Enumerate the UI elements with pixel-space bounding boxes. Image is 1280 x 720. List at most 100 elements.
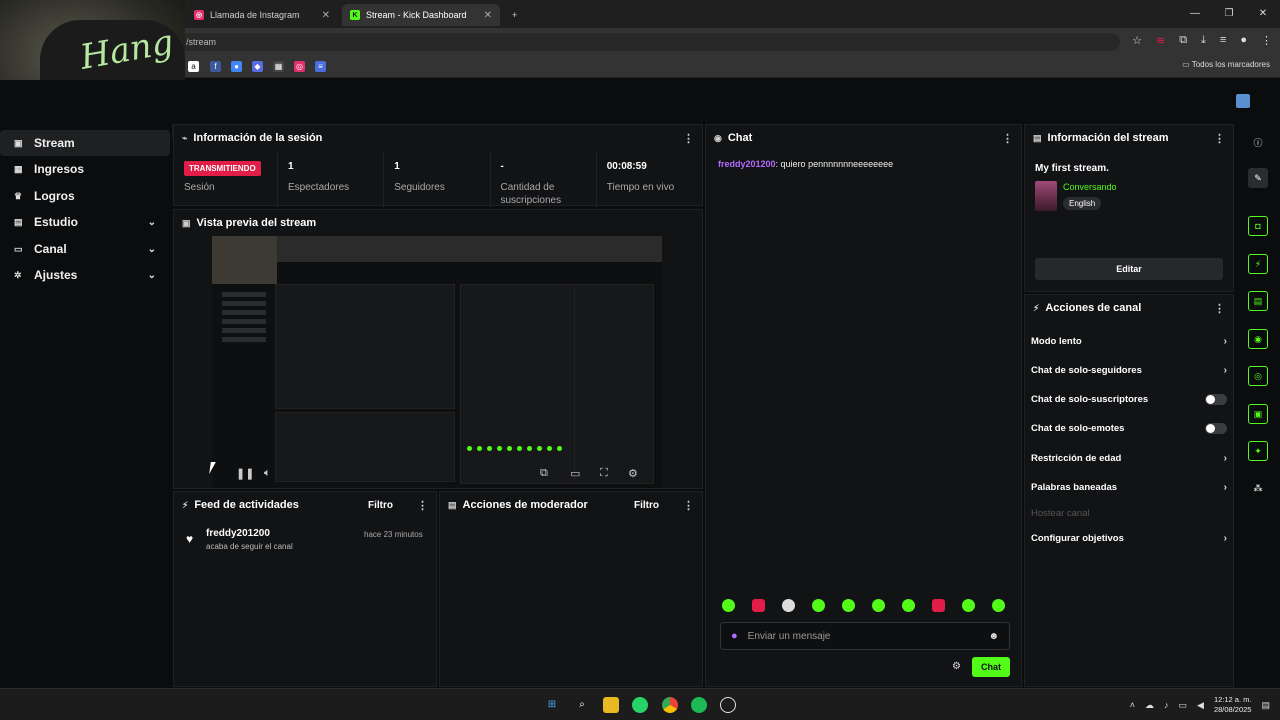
action-banned-words[interactable]: Palabras baneadas › [1031,477,1227,497]
profile-icon[interactable]: ● [1240,34,1247,47]
obs-icon[interactable] [720,697,736,713]
emote-icon[interactable] [842,599,855,612]
emote-icon[interactable] [992,599,1005,612]
emotes-only-toggle[interactable] [1205,422,1227,434]
camera-icon[interactable]: ◘ [1248,216,1268,236]
emote-icon[interactable] [782,599,795,612]
bookmark-icon[interactable]: ▦ [273,61,284,72]
bolt-icon[interactable]: ⚡︎ [1248,254,1268,274]
chrome-icon[interactable] [662,697,678,713]
settings-icon[interactable]: ⚙︎ [628,467,638,480]
pause-icon[interactable]: ❚❚ [236,467,254,480]
volume-icon[interactable]: 🔈︎ [264,467,271,480]
sidebar-item-estudio[interactable]: ▤ Estudio ⌄ [0,209,170,235]
fullscreen-icon[interactable]: ⛶ [600,467,608,480]
restore-icon[interactable]: ❐ [1212,0,1246,28]
emote-icon[interactable] [962,599,975,612]
emote-icon[interactable] [752,599,765,612]
menu-icon[interactable]: ⋮ [1261,34,1272,47]
filter-button[interactable]: Filtro [368,500,393,511]
user-avatar[interactable] [1236,94,1250,108]
chat-settings-icon[interactable]: ⚙︎ [952,661,961,672]
sidebar-item-logros[interactable]: ♛ Logros [0,183,170,209]
emote-icon[interactable] [932,599,945,612]
more-options-icon[interactable]: ⋮ [1214,132,1225,145]
volume-icon[interactable]: ◀︎ [1197,700,1204,711]
emoji-icon[interactable]: ☻ [988,631,999,642]
more-options-icon[interactable]: ⋮ [417,499,428,512]
amazon-bookmark-icon[interactable]: a [188,61,199,72]
sidebar-item-canal[interactable]: ▭ Canal ⌄ [0,236,170,262]
feed-username[interactable]: freddy201200 [206,528,270,539]
list-icon[interactable]: ▤ [1248,291,1268,311]
all-bookmarks[interactable]: ▭ Todos los marcadores [1182,60,1270,69]
close-window-icon[interactable]: ✕ [1246,0,1280,28]
edit-button[interactable]: Editar [1035,258,1223,280]
action-followers-only[interactable]: Chat de solo-seguidores › [1031,360,1227,380]
action-configure-goals[interactable]: Configurar objetivos › [1031,528,1227,548]
more-options-icon[interactable]: ⋮ [683,499,694,512]
action-label: Chat de solo-suscriptores [1031,393,1149,405]
bookmark-icon[interactable]: ◆ [252,61,263,72]
puzzle-icon[interactable]: ⧉ [1179,34,1187,47]
download-icon[interactable]: ⤓ [1201,34,1206,47]
clock[interactable]: 12:12 a. m. 28/08/2025 [1214,695,1252,715]
pencil-icon[interactable]: ✎ [1248,168,1268,188]
notification-icon[interactable]: ▤ [1261,700,1270,711]
chat-send-button[interactable]: Chat [972,657,1010,677]
broadcast-icon[interactable]: ◎ [1248,366,1268,386]
network-icon[interactable]: ▭ [1179,700,1188,711]
instagram-bookmark-icon[interactable]: ◎ [294,61,305,72]
tab-kick-dashboard[interactable]: K Stream - Kick Dashboard ✕ [342,4,500,26]
facebook-bookmark-icon[interactable]: f [210,61,221,72]
more-options-icon[interactable]: ⋮ [683,132,694,145]
chat-message-input[interactable]: ● Enviar un mensaje ☻ [720,622,1010,650]
more-options-icon[interactable]: ⋮ [1002,132,1013,145]
share-icon[interactable]: ⁂ [1248,478,1268,498]
tab-instagram[interactable]: ◎ Llamada de Instagram ✕ [186,4,338,26]
dashboard-icon[interactable]: ▣ [1248,404,1268,424]
chat-username[interactable]: freddy201200 [718,159,776,169]
search-icon[interactable]: ⌕ [574,697,590,713]
stream-preview-video[interactable]: ❚❚ 🔈︎ ⧉ ▭ ⛶ ⚙︎ [212,236,662,488]
microphone-icon[interactable]: ♪ [1164,700,1169,710]
windows-start-icon[interactable]: ⊞ [544,697,560,713]
wrench-icon[interactable]: ✦ [1248,441,1268,461]
sidebar-item-ajustes[interactable]: ✲ Ajustes ⌄ [0,262,170,288]
minimize-icon[interactable]: — [1178,0,1212,28]
stream-category[interactable]: Conversando [1063,182,1117,192]
theater-icon[interactable]: ▭ [570,467,580,480]
pip-icon[interactable]: ⧉ [540,467,548,480]
emote-icon[interactable] [722,599,735,612]
action-slow-mode[interactable]: Modo lento › [1031,331,1227,351]
chat-icon[interactable]: ◉ [1248,329,1268,349]
google-bookmark-icon[interactable]: ● [231,61,242,72]
emote-icon[interactable] [812,599,825,612]
reading-list-icon[interactable]: ≡ [1220,34,1226,47]
bookmark-star-icon[interactable]: ☆ [1132,34,1142,47]
microphone-icon[interactable]: ● [731,630,738,642]
extension-icon[interactable]: ≋ [1156,34,1165,47]
filter-button[interactable]: Filtro [634,500,659,511]
sidebar-item-stream[interactable]: ▣ Stream [0,130,170,156]
spotify-icon[interactable] [691,697,707,713]
sidebar-item-label: Estudio [34,215,78,229]
more-options-icon[interactable]: ⋮ [1214,302,1225,315]
new-tab-button[interactable]: + [504,4,525,26]
url-input[interactable]: /stream [180,33,1120,51]
action-age-restriction[interactable]: Restricción de edad › [1031,448,1227,468]
chevron-up-icon[interactable]: ˄ [1130,700,1135,710]
subscribers-only-toggle[interactable] [1205,393,1227,405]
docs-bookmark-icon[interactable]: ≡ [315,61,326,72]
emote-icon[interactable] [902,599,915,612]
panel-title: Acciones de moderador [462,499,588,511]
sidebar-item-ingresos[interactable]: ▦ Ingresos [0,156,170,182]
whatsapp-icon[interactable] [632,697,648,713]
close-icon[interactable]: ✕ [322,10,330,21]
info-icon[interactable]: ⓘ [1248,132,1268,152]
panel-header: ▣ Vista previa del stream [174,210,702,236]
cloud-icon[interactable]: ☁︎ [1145,700,1154,711]
emote-icon[interactable] [872,599,885,612]
folder-icon[interactable] [603,697,619,713]
close-icon[interactable]: ✕ [484,10,492,21]
